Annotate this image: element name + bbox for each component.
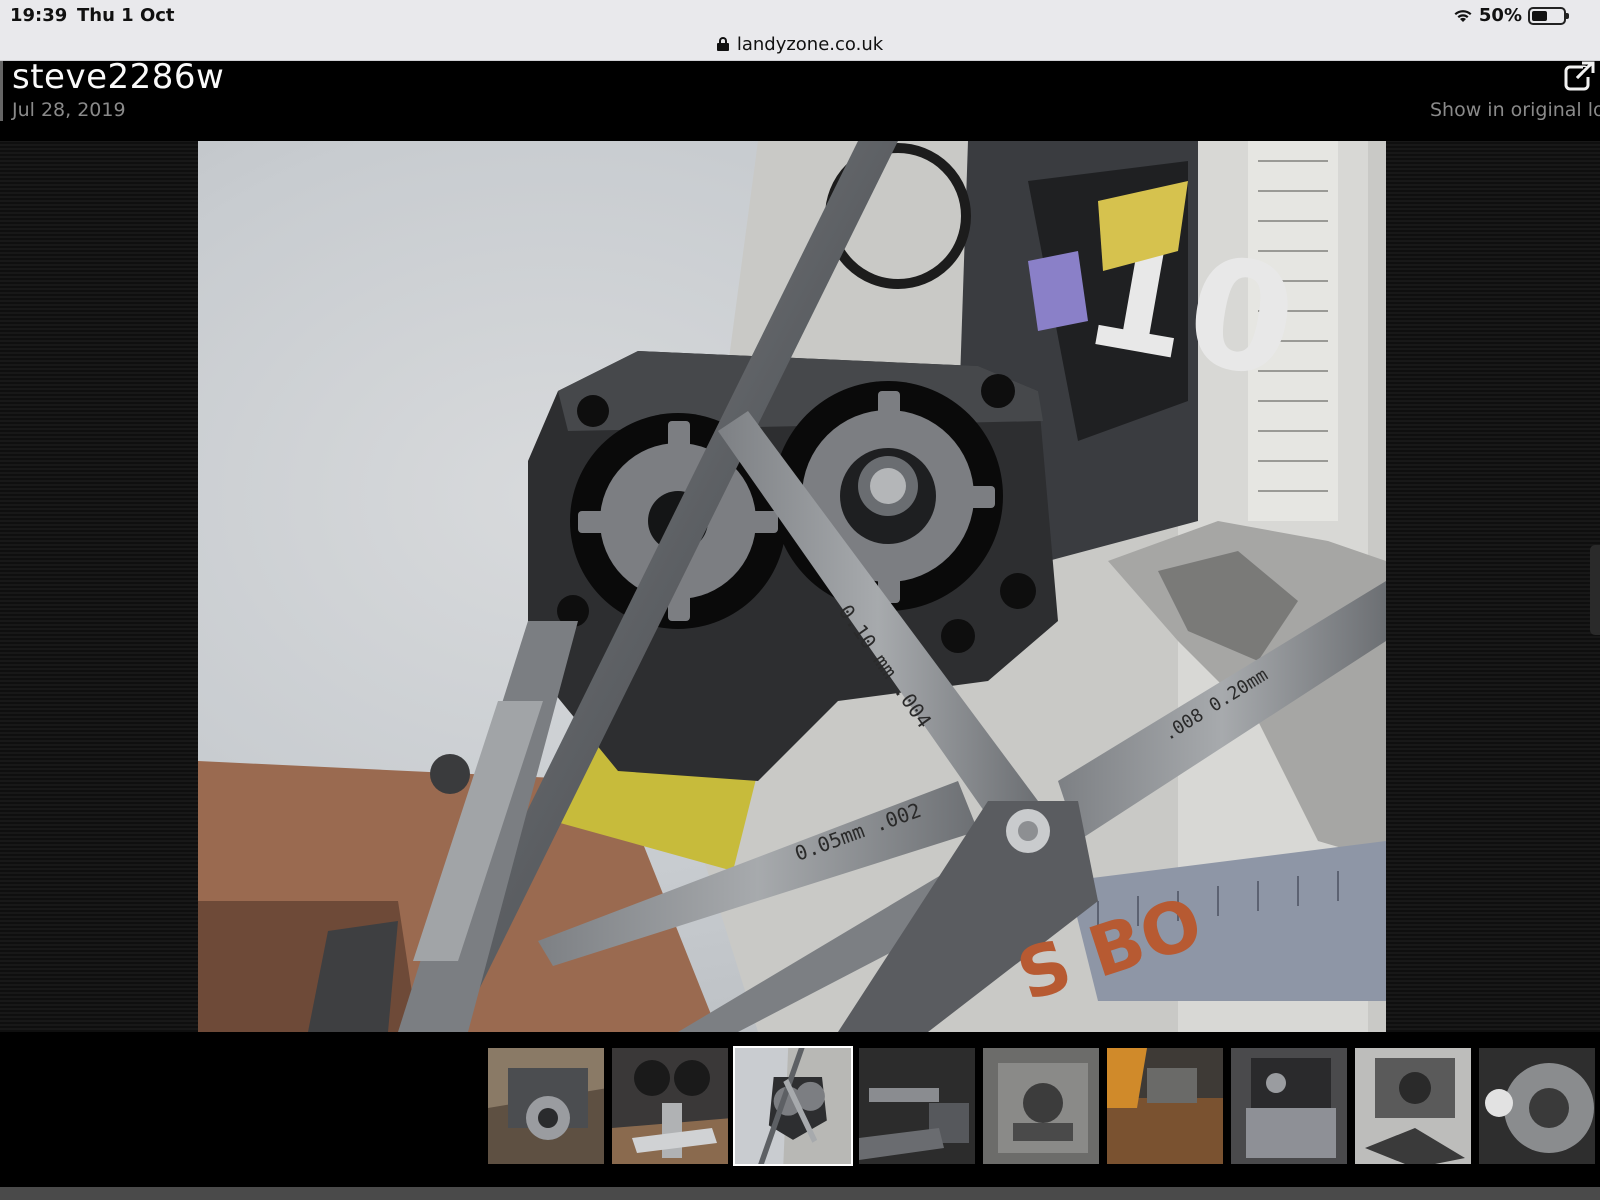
thumbnail-7[interactable] — [1229, 1046, 1349, 1166]
address-bar[interactable]: landyzone.co.uk — [0, 30, 1600, 58]
oil-pump-photo: 10 0.10 mm .004 0.05mm .002 .008 0.20mm … — [198, 141, 1386, 1032]
scroll-handle[interactable] — [1590, 545, 1600, 635]
thumbnail-2[interactable] — [610, 1046, 730, 1166]
thumbnail-1[interactable] — [486, 1046, 606, 1166]
status-date: Thu 1 Oct — [77, 5, 175, 26]
post-date: Jul 28, 2019 — [12, 99, 126, 121]
battery-fill — [1532, 10, 1547, 21]
lightbox-header: steve2286w Jul 28, 2019 Show in original… — [0, 57, 1600, 141]
battery-percent: 50% — [1478, 5, 1522, 26]
thumbnail-9[interactable] — [1477, 1046, 1597, 1166]
external-link-icon[interactable] — [1563, 59, 1597, 93]
url-text: landyzone.co.uk — [736, 33, 884, 55]
thumbnail-strip — [0, 1032, 1600, 1187]
status-time: 19:39 — [10, 5, 68, 26]
header-divider — [0, 61, 3, 121]
thumbnail-4[interactable] — [857, 1046, 977, 1166]
thumbnail-6[interactable] — [1105, 1046, 1225, 1166]
lightbox-page: 19:39 Thu 1 Oct 50% landyzone.co.uk stev… — [0, 0, 1600, 1200]
image-stage: 10 0.10 mm .004 0.05mm .002 .008 0.20mm … — [0, 141, 1600, 1032]
thumbnail-8[interactable] — [1353, 1046, 1473, 1166]
thumbnail-3-active[interactable] — [733, 1046, 853, 1166]
wifi-icon — [1453, 8, 1473, 24]
main-photo[interactable]: 10 0.10 mm .004 0.05mm .002 .008 0.20mm … — [198, 141, 1386, 1032]
lock-icon — [716, 37, 729, 51]
thumbnail-5[interactable] — [981, 1046, 1101, 1166]
battery-icon — [1528, 6, 1569, 25]
status-bar: 19:39 Thu 1 Oct 50% landyzone.co.uk — [0, 0, 1600, 61]
status-indicators: 50% — [1453, 5, 1569, 26]
bottom-bar — [0, 1187, 1600, 1200]
show-in-original-link[interactable]: Show in original lo — [1430, 99, 1600, 121]
author-username[interactable]: steve2286w — [12, 57, 224, 97]
